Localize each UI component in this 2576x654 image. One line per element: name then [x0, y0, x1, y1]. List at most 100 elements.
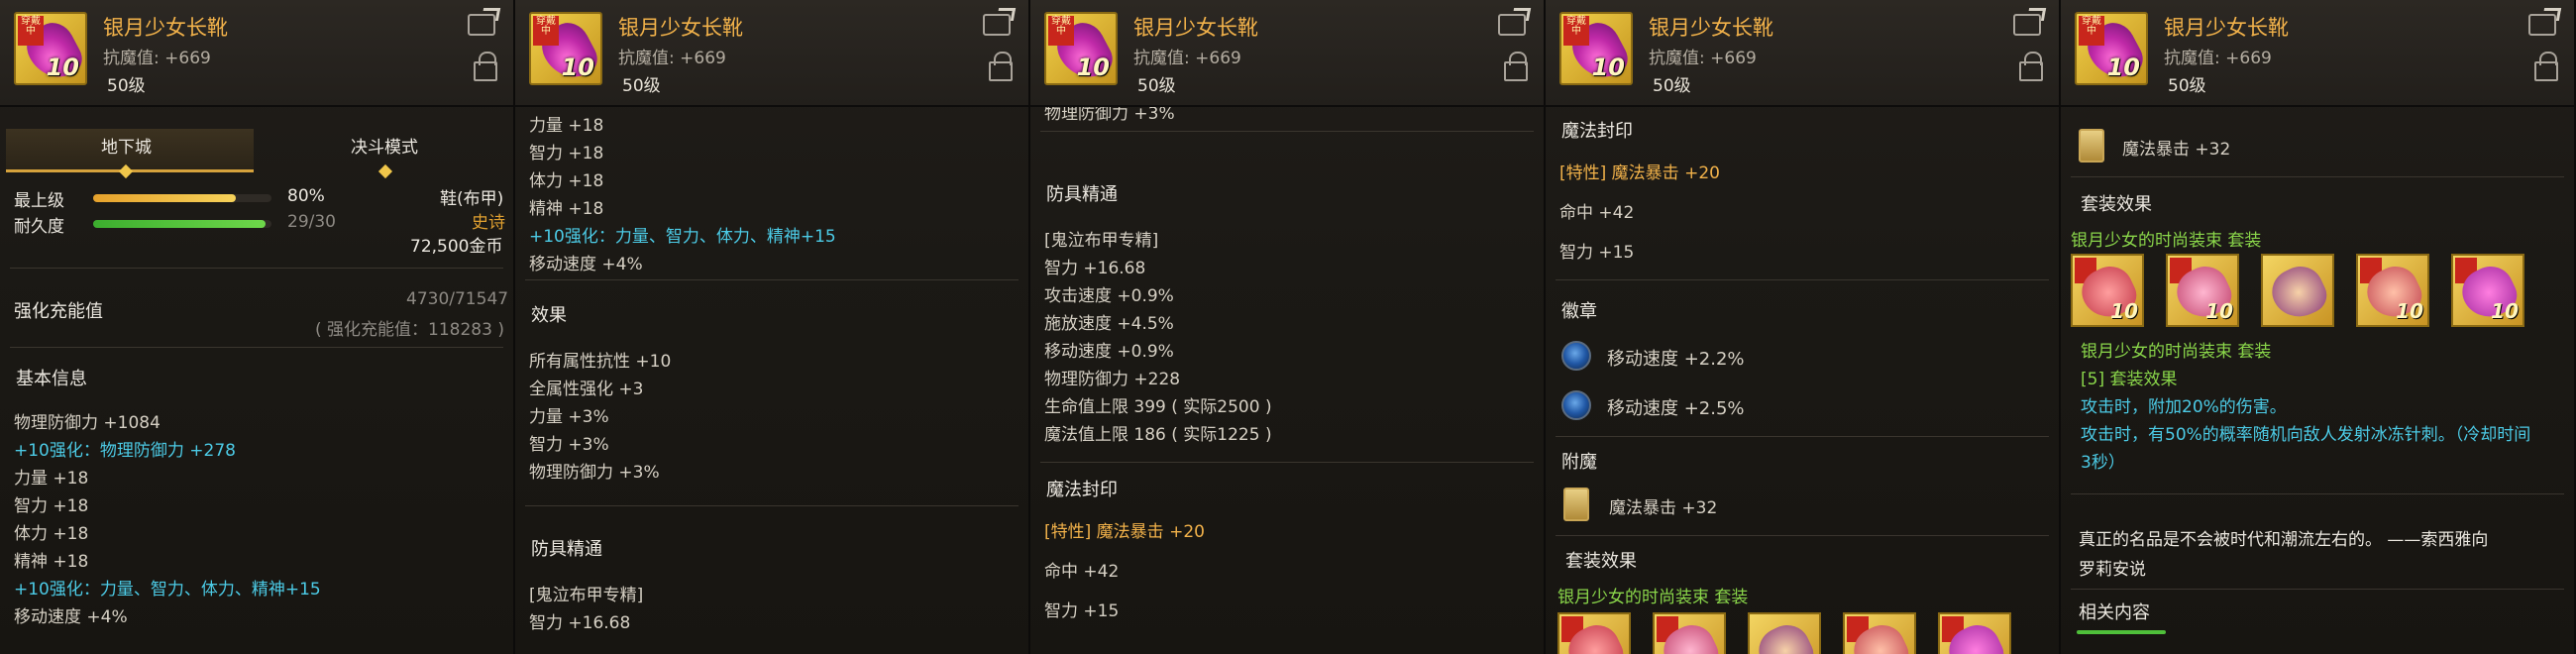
set-sub-name: 银月少女的时尚装束 套装	[2081, 342, 2272, 362]
tooltip-content: 地下城 决斗模式 最上级 80% 耐久度 29/30 鞋(布甲) 史诗 72,5…	[0, 109, 513, 654]
item-subline: 抗魔值: +669	[618, 49, 726, 68]
effect-line: 力量 +3%	[529, 407, 609, 427]
tab-duel[interactable]: 决斗模式	[351, 133, 418, 158]
set-piece-icon[interactable]: 10	[1938, 612, 2011, 654]
set-piece-icon[interactable]: 10	[2071, 254, 2144, 327]
stat-line: 精神 +18	[14, 552, 89, 572]
divider	[1040, 462, 1534, 463]
stat-line: +10强化：物理防御力 +278	[14, 441, 236, 461]
set-piece-icon[interactable]: 10	[2166, 254, 2239, 327]
share-icon[interactable]	[2528, 14, 2556, 36]
set-piece-icon[interactable]	[1748, 612, 1821, 654]
mastery-line: 智力 +16.68	[1044, 259, 1146, 278]
card-icon	[2079, 129, 2104, 163]
item-subline: 抗魔值: +669	[103, 49, 211, 68]
set-bonus-line: 攻击时，附加20%的伤害。	[2081, 397, 2287, 417]
divider	[1556, 279, 2049, 280]
mastery-line: 移动速度 +0.9%	[1044, 342, 1174, 362]
stat-line: 体力 +18	[14, 524, 89, 544]
seal-line: [特性] 魔法暴击 +20	[1559, 164, 1720, 183]
emblem-title: 徽章	[1561, 301, 1597, 322]
tooltip-content: 魔法暴击 +32 套装效果 银月少女的时尚装束 套装 10 10 10 10 银…	[2061, 109, 2574, 654]
set-piece-icon[interactable]: 10	[1557, 612, 1631, 654]
tooltip-header: 穿戴中 10 银月少女长靴 抗魔值: +669 50级	[1030, 0, 1544, 107]
set-piece-icon[interactable]: 10	[2451, 254, 2524, 327]
set-piece-icon[interactable]: 10	[2356, 254, 2429, 327]
share-icon[interactable]	[468, 14, 495, 36]
mastery-line: [鬼泣布甲专精]	[1044, 231, 1159, 251]
item-tooltip-panel-4: 穿戴中 10 银月少女长靴 抗魔值: +669 50级 魔法封印 [特性] 魔法…	[1546, 0, 2061, 654]
share-icon[interactable]	[1498, 14, 1526, 36]
flavor-text: 真正的名品是不会被时代和潮流左右的。 ——索西雅向	[2079, 530, 2489, 550]
item-subline: 抗魔值: +669	[2164, 49, 2272, 68]
tooltip-header: 穿戴中 10 银月少女长靴 抗魔值: +669 50级	[2061, 0, 2574, 107]
item-level: 50级	[107, 76, 146, 96]
set-piece-image	[2264, 259, 2332, 325]
mastery-line: 物理防御力 +228	[1044, 370, 1181, 389]
durability-value: 29/30	[287, 212, 336, 232]
item-type: 鞋(布甲)	[440, 189, 504, 209]
item-tooltip-panel-1: 穿戴中 10 银月少女长靴 抗魔值: +669 50级 地下城 决斗模式 最上级…	[0, 0, 515, 654]
item-tooltip-panel-3: 穿戴中 10 银月少女长靴 抗魔值: +669 50级 物理防御力 +3% 防具…	[1030, 0, 1546, 654]
enchant-line: 魔法暴击 +32	[2122, 140, 2231, 160]
equipped-tag: 穿戴中	[18, 16, 44, 46]
item-price: 72,500金币	[410, 237, 503, 257]
charge-value: 4730/71547	[406, 289, 509, 309]
related-title[interactable]: 相关内容	[2079, 599, 2150, 624]
mastery-title: 防具精通	[531, 539, 602, 560]
lock-icon[interactable]	[474, 52, 497, 81]
seal-line: 命中 +42	[1559, 203, 1635, 223]
enhance-level: 10	[2106, 54, 2140, 81]
item-level: 50级	[2168, 76, 2206, 96]
set-piece-icon[interactable]	[2261, 254, 2334, 327]
item-name: 银月少女长靴	[1649, 16, 1773, 40]
divider	[2071, 176, 2564, 177]
effect-line: 智力 +3%	[529, 435, 609, 455]
set-piece-image	[1751, 617, 1819, 654]
effect-line: 所有属性抗性 +10	[529, 352, 672, 372]
share-icon[interactable]	[2013, 14, 2041, 36]
divider	[2071, 589, 2564, 590]
tooltip-header: 穿戴中 10 银月少女长靴 抗魔值: +669 50级	[515, 0, 1028, 107]
equipped-tag: 穿戴中	[2079, 16, 2104, 46]
lock-icon[interactable]	[2019, 52, 2043, 81]
item-tooltip-panel-5: 穿戴中 10 银月少女长靴 抗魔值: +669 50级 魔法暴击 +32 套装效…	[2061, 0, 2576, 654]
item-icon[interactable]: 穿戴中 10	[529, 12, 602, 85]
lock-icon[interactable]	[1504, 52, 1528, 81]
divider	[525, 505, 1019, 506]
flavor-text: 罗莉安说	[2079, 560, 2146, 580]
stat-line: +10强化：力量、智力、体力、精神+15	[14, 580, 321, 600]
enhance-level: 10	[1076, 54, 1110, 81]
stat-line: 力量 +18	[14, 469, 89, 489]
lock-icon[interactable]	[2534, 52, 2558, 81]
enhance-level: 10	[2110, 299, 2138, 323]
item-subline: 抗魔值: +669	[1133, 49, 1241, 68]
enhance-level: 10	[1591, 54, 1625, 81]
lock-icon[interactable]	[989, 52, 1013, 81]
seal-line: [特性] 魔法暴击 +20	[1044, 522, 1205, 542]
mastery-line: 生命值上限 399 ( 实际2500 )	[1044, 397, 1272, 417]
basic-info-title: 基本信息	[16, 369, 87, 389]
seal-line: 智力 +15	[1044, 601, 1120, 621]
item-rarity: 史诗	[472, 213, 505, 233]
item-icon[interactable]: 穿戴中 10	[14, 12, 87, 85]
mastery-line: 施放速度 +4.5%	[1044, 314, 1174, 334]
grade-bar-fill	[93, 194, 236, 202]
set-piece-icon[interactable]: 10	[1843, 612, 1916, 654]
share-icon[interactable]	[983, 14, 1011, 36]
set-bonus-title: [5] 套装效果	[2081, 370, 2178, 389]
divider	[1556, 535, 2049, 536]
tab-dungeon[interactable]: 地下城	[101, 133, 152, 158]
set-bonus-line: 3秒）	[2081, 453, 2125, 473]
item-icon[interactable]: 穿戴中 10	[2075, 12, 2148, 85]
item-icon[interactable]: 穿戴中 10	[1559, 12, 1633, 85]
item-icon[interactable]: 穿戴中 10	[1044, 12, 1118, 85]
grade-label: 最上级	[14, 191, 64, 211]
enchant-line: 魔法暴击 +32	[1609, 498, 1718, 518]
durability-bar-fill	[93, 220, 267, 228]
divider	[2071, 493, 2564, 494]
enhance-level: 10	[561, 54, 594, 81]
set-piece-icon[interactable]: 10	[1653, 612, 1726, 654]
item-tooltip-panel-2: 穿戴中 10 银月少女长靴 抗魔值: +669 50级 力量 +18 智力 +1…	[515, 0, 1030, 654]
stat-line: 智力 +18	[14, 496, 89, 516]
